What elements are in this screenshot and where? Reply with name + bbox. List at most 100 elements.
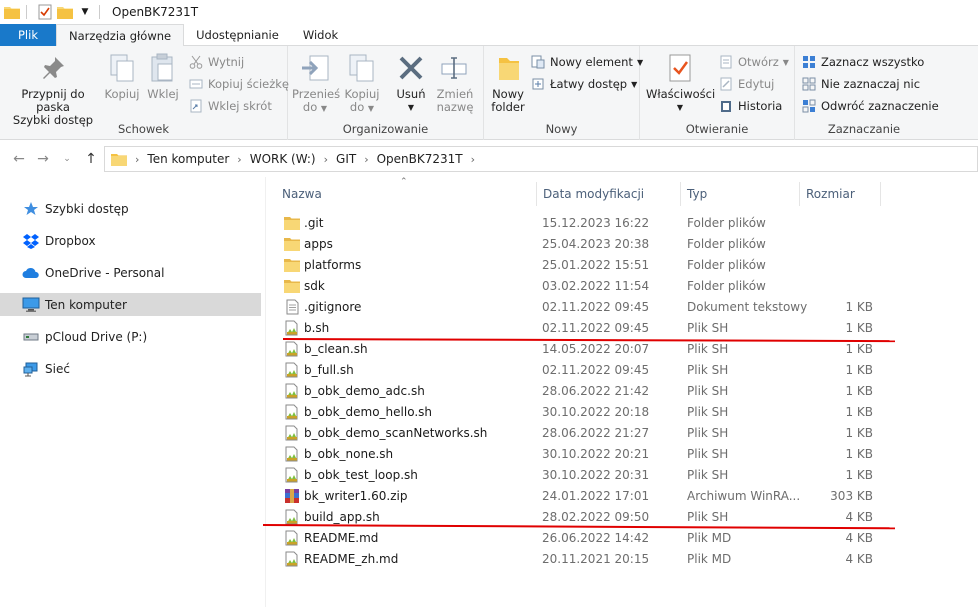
file-row[interactable]: b_obk_demo_scanNetworks.sh 28.06.2022 21:… xyxy=(266,422,978,443)
file-size: 1 KB xyxy=(845,425,873,440)
file-date: 28.06.2022 21:27 xyxy=(542,425,650,440)
nav-item-onedrive[interactable]: OneDrive - Personal xyxy=(0,261,261,284)
file-row[interactable]: README.md 26.06.2022 14:42 Plik MD 4 KB xyxy=(266,527,978,548)
nav-item-pcloud[interactable]: pCloud Drive (P:) xyxy=(0,325,261,348)
edit-button[interactable]: Edytuj xyxy=(718,74,774,94)
file-row[interactable]: apps 25.04.2023 20:38 Folder plików xyxy=(266,233,978,254)
column-header-date[interactable]: Data modyfikacji xyxy=(537,182,680,206)
rename-button[interactable]: Zmień nazwę xyxy=(432,52,478,114)
file-row[interactable]: .git 15.12.2023 16:22 Folder plików xyxy=(266,212,978,233)
new-folder-quick-icon[interactable] xyxy=(57,4,73,20)
file-size: 4 KB xyxy=(845,530,873,545)
nav-item-quick-access[interactable]: Szybki dostęp xyxy=(0,197,261,220)
breadcrumb-chevron-icon[interactable]: › xyxy=(237,153,241,166)
address-bar[interactable]: › Ten komputer › WORK (W:) › GIT › OpenB… xyxy=(104,146,978,172)
pin-icon xyxy=(37,52,69,84)
tab-share[interactable]: Udostępnianie xyxy=(184,24,291,46)
file-date: 30.10.2022 20:18 xyxy=(542,404,650,419)
up-arrow-icon[interactable]: ↑ xyxy=(82,150,100,168)
history-button[interactable]: Historia xyxy=(718,96,782,116)
properties-quick-icon[interactable] xyxy=(37,4,53,20)
address-folder-icon xyxy=(111,152,127,166)
group-label-clipboard: Schowek xyxy=(117,122,170,136)
new-item-button[interactable]: Nowy element ▼ xyxy=(530,52,643,72)
recent-locations-chevron-icon[interactable]: ⌄ xyxy=(58,150,76,168)
file-type: Folder plików xyxy=(687,236,766,251)
file-row[interactable]: b_obk_demo_hello.sh 30.10.2022 20:18 Plik … xyxy=(266,401,978,422)
breadcrumb-openbk[interactable]: OpenBK7231T xyxy=(377,152,463,166)
file-row[interactable]: b_full.sh 02.11.2022 09:45 Plik SH 1 KB xyxy=(266,359,978,380)
breadcrumb-chevron-icon[interactable]: › xyxy=(471,153,475,166)
copy-path-button[interactable]: Kopiuj ścieżkę xyxy=(188,74,289,94)
computer-icon xyxy=(22,297,40,313)
script-file-icon xyxy=(284,362,300,378)
file-size: 1 KB xyxy=(845,467,873,482)
column-header-size[interactable]: Rozmiar xyxy=(800,182,880,206)
pin-quick-access-button[interactable]: Przypnij do paska Szybki dostęp xyxy=(6,52,100,127)
breadcrumb-chevron-icon[interactable]: › xyxy=(324,153,328,166)
script-file-icon xyxy=(284,404,300,420)
copy-icon xyxy=(106,52,138,84)
column-header-name[interactable]: Nazwa xyxy=(276,182,536,206)
properties-button[interactable]: Właściwości ▼ xyxy=(646,52,715,114)
file-row[interactable]: bk_writer1.60.zip 24.01.2022 17:01 Archiwu… xyxy=(266,485,978,506)
file-row[interactable]: .gitignore 02.11.2022 09:45 Dokument tekst… xyxy=(266,296,978,317)
paste-shortcut-button[interactable]: Wklej skrót xyxy=(188,96,272,116)
group-organize: Przenieś do ▼ Kopiuj do ▼ Usuń ▼ Zmień n… xyxy=(288,46,484,140)
file-row[interactable]: b.sh 02.11.2022 09:45 Plik SH 1 KB xyxy=(266,317,978,338)
breadcrumb-git[interactable]: GIT xyxy=(336,152,356,166)
folder-file-icon xyxy=(284,278,300,294)
tab-view[interactable]: Widok xyxy=(291,24,350,46)
easy-access-button[interactable]: Łatwy dostęp ▼ xyxy=(530,74,637,94)
select-none-button[interactable]: Nie zaznaczaj nic xyxy=(801,74,920,94)
breadcrumb-work-drive[interactable]: WORK (W:) xyxy=(250,152,316,166)
back-arrow-icon[interactable]: ← xyxy=(10,150,28,168)
file-size xyxy=(801,254,873,275)
nav-item-this-pc[interactable]: Ten komputer xyxy=(0,293,261,316)
ribbon: Przypnij do paska Szybki dostęp Kopiuj W… xyxy=(0,46,978,140)
file-name: sdk xyxy=(304,278,325,293)
breadcrumb-chevron-icon[interactable]: › xyxy=(135,153,139,166)
file-name: b_obk_demo_hello.sh xyxy=(304,404,433,419)
move-to-button[interactable]: Przenieś do ▼ xyxy=(292,52,340,115)
open-button[interactable]: Otwórz ▼ xyxy=(718,52,789,72)
dropdown-arrow-icon: ▼ xyxy=(407,103,415,112)
nav-item-network[interactable]: Sieć xyxy=(0,357,261,380)
scissors-icon xyxy=(188,54,204,70)
select-all-icon xyxy=(801,54,817,70)
file-row[interactable]: README_zh.md 20.11.2021 20:15 Plik MD 4 KB xyxy=(266,548,978,569)
edit-icon xyxy=(718,76,734,92)
column-header-type[interactable]: Typ xyxy=(681,182,799,206)
breadcrumb-chevron-icon[interactable]: › xyxy=(364,153,368,166)
file-date: 28.06.2022 21:42 xyxy=(542,383,650,398)
nav-item-dropbox[interactable]: Dropbox xyxy=(0,229,261,252)
text-file-icon xyxy=(284,299,300,315)
tab-file[interactable]: Plik xyxy=(0,24,56,46)
file-row[interactable]: b_obk_demo_adc.sh 28.06.2022 21:42 Plik SH… xyxy=(266,380,978,401)
file-row[interactable]: sdk 03.02.2022 11:54 Folder plików xyxy=(266,275,978,296)
breadcrumb-this-pc[interactable]: Ten komputer xyxy=(147,152,229,166)
invert-selection-button[interactable]: Odwróć zaznaczenie xyxy=(801,96,939,116)
copy-button[interactable]: Kopiuj xyxy=(104,52,140,101)
customize-dropdown-icon[interactable]: ▼ xyxy=(77,4,93,20)
cut-button[interactable]: Wytnij xyxy=(188,52,244,72)
file-type: Plik SH xyxy=(687,320,729,335)
copy-to-button[interactable]: Kopiuj do ▼ xyxy=(340,52,384,115)
new-folder-button[interactable]: Nowy folder xyxy=(488,52,528,114)
delete-button[interactable]: Usuń ▼ xyxy=(392,52,430,114)
select-all-button[interactable]: Zaznacz wszystko xyxy=(801,52,924,72)
script-file-icon xyxy=(284,320,300,336)
file-row[interactable]: b_obk_none.sh 30.10.2022 20:21 Plik SH 1 KB xyxy=(266,443,978,464)
tab-home[interactable]: Narzędzia główne xyxy=(56,24,185,47)
script-file-icon xyxy=(284,467,300,483)
file-size: 1 KB xyxy=(845,446,873,461)
paste-button[interactable]: Wklej xyxy=(144,52,182,101)
delete-x-icon xyxy=(395,52,427,84)
forward-arrow-icon[interactable]: → xyxy=(34,150,52,168)
folder-file-icon xyxy=(284,215,300,231)
column-divider[interactable] xyxy=(880,182,881,206)
file-row[interactable]: platforms 25.01.2022 15:51 Folder plików xyxy=(266,254,978,275)
file-name: apps xyxy=(304,236,333,251)
group-label-select: Zaznaczanie xyxy=(827,122,901,136)
file-row[interactable]: b_obk_test_loop.sh 30.10.2022 20:31 Plik S… xyxy=(266,464,978,485)
